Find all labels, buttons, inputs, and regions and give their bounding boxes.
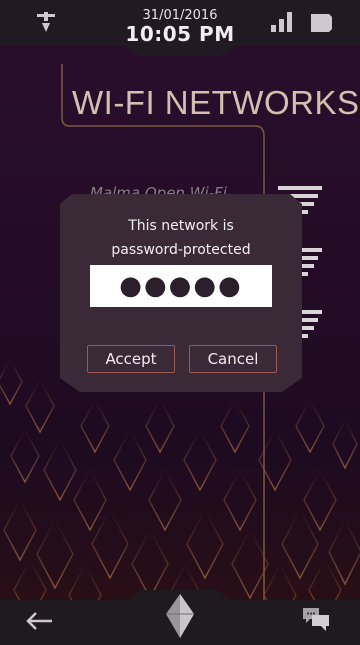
dialog-message: This network is password-protected	[60, 214, 302, 262]
accept-button[interactable]: Accept	[87, 345, 175, 373]
password-input[interactable]: ●●●●●	[90, 265, 272, 307]
status-date: 31/01/2016	[142, 8, 218, 23]
password-dialog: This network is password-protected ●●●●●…	[60, 194, 302, 392]
screen: WI-FI NETWORKS Malma Open Wi-Fi 31/01/20…	[0, 0, 360, 645]
cancel-button[interactable]: Cancel	[189, 345, 277, 373]
password-dots: ●●●●●	[119, 271, 243, 301]
dialog-message-line: This network is	[128, 218, 234, 234]
status-time: 10:05 PM	[125, 22, 235, 46]
back-arrow-icon[interactable]	[24, 609, 54, 633]
battery-icon	[311, 14, 332, 32]
status-bar: 31/01/2016 10:05 PM	[0, 0, 360, 46]
bottom-nav-bar	[0, 594, 360, 645]
home-crystal-icon[interactable]	[165, 594, 195, 638]
signal-icon	[271, 12, 292, 32]
chat-icon[interactable]	[302, 606, 330, 634]
page-title: WI-FI NETWORKS	[72, 84, 360, 121]
dialog-message-line: password-protected	[111, 242, 251, 258]
